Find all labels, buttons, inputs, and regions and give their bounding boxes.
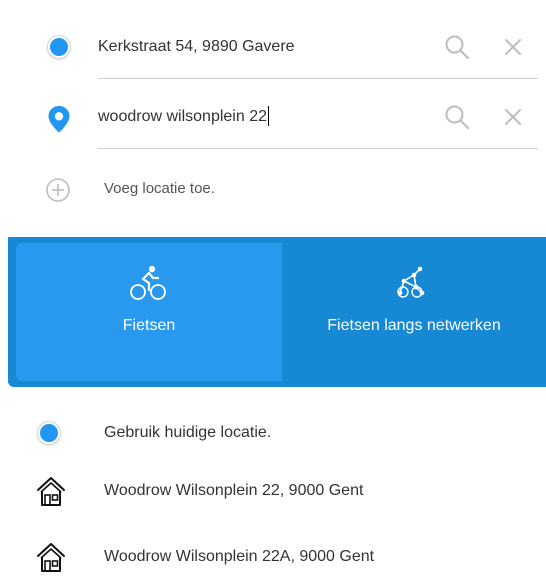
mode-label-fietsen-langs-netwerken: Fietsen langs netwerken: [327, 317, 501, 334]
suggestion-label: Woodrow Wilsonplein 22, 9000 Gent: [104, 482, 364, 499]
search-icon: [445, 105, 469, 129]
origin-clear-button[interactable]: [500, 34, 526, 60]
destination-search-button[interactable]: [443, 103, 471, 131]
travel-mode-selector: Fietsen Fietsen langs netwerken: [8, 237, 546, 387]
close-icon: [505, 39, 521, 55]
destination-row: woodrow wilsonplein 22: [0, 90, 546, 146]
add-location-label: Voeg locatie toe.: [104, 180, 215, 197]
destination-clear-button[interactable]: [500, 104, 526, 130]
origin-row: Kerkstraat 54, 9890 Gavere: [0, 20, 546, 76]
destination-underline: [98, 148, 538, 149]
search-icon: [445, 35, 469, 59]
suggestion-current-location[interactable]: Gebruik huidige locatie.: [0, 408, 546, 456]
suggestion-address[interactable]: Woodrow Wilsonplein 22, 9000 Gent: [0, 466, 546, 514]
origin-input-value: Kerkstraat 54, 9890 Gavere: [98, 38, 295, 55]
text-caret: [267, 105, 269, 126]
origin-search-button[interactable]: [443, 33, 471, 61]
location-dot-icon: [48, 36, 70, 58]
origin-input[interactable]: Kerkstraat 54, 9890 Gavere: [98, 20, 295, 76]
destination-input-value: woodrow wilsonplein 22: [98, 108, 267, 125]
house-icon: [37, 543, 65, 572]
house-icon: [37, 477, 65, 506]
cycling-network-icon: [397, 266, 425, 298]
map-pin-icon: [48, 106, 70, 133]
mode-tab-fietsen-langs-netwerken[interactable]: Fietsen langs netwerken: [282, 243, 546, 381]
cyclist-icon: [130, 265, 166, 300]
current-location-icon: [38, 422, 60, 444]
destination-input[interactable]: woodrow wilsonplein 22: [98, 90, 269, 146]
suggestion-address[interactable]: Woodrow Wilsonplein 22A, 9000 Gent: [0, 532, 546, 580]
mode-label-fietsen: Fietsen: [122, 317, 176, 334]
add-location-button[interactable]: Voeg locatie toe.: [0, 162, 546, 218]
mode-tab-fietsen[interactable]: Fietsen: [16, 243, 282, 381]
origin-underline: [98, 78, 538, 79]
suggestion-label: Woodrow Wilsonplein 22A, 9000 Gent: [104, 548, 375, 565]
close-icon: [505, 109, 521, 125]
plus-circle-icon: [46, 178, 70, 202]
suggestion-label: Gebruik huidige locatie.: [104, 424, 272, 441]
